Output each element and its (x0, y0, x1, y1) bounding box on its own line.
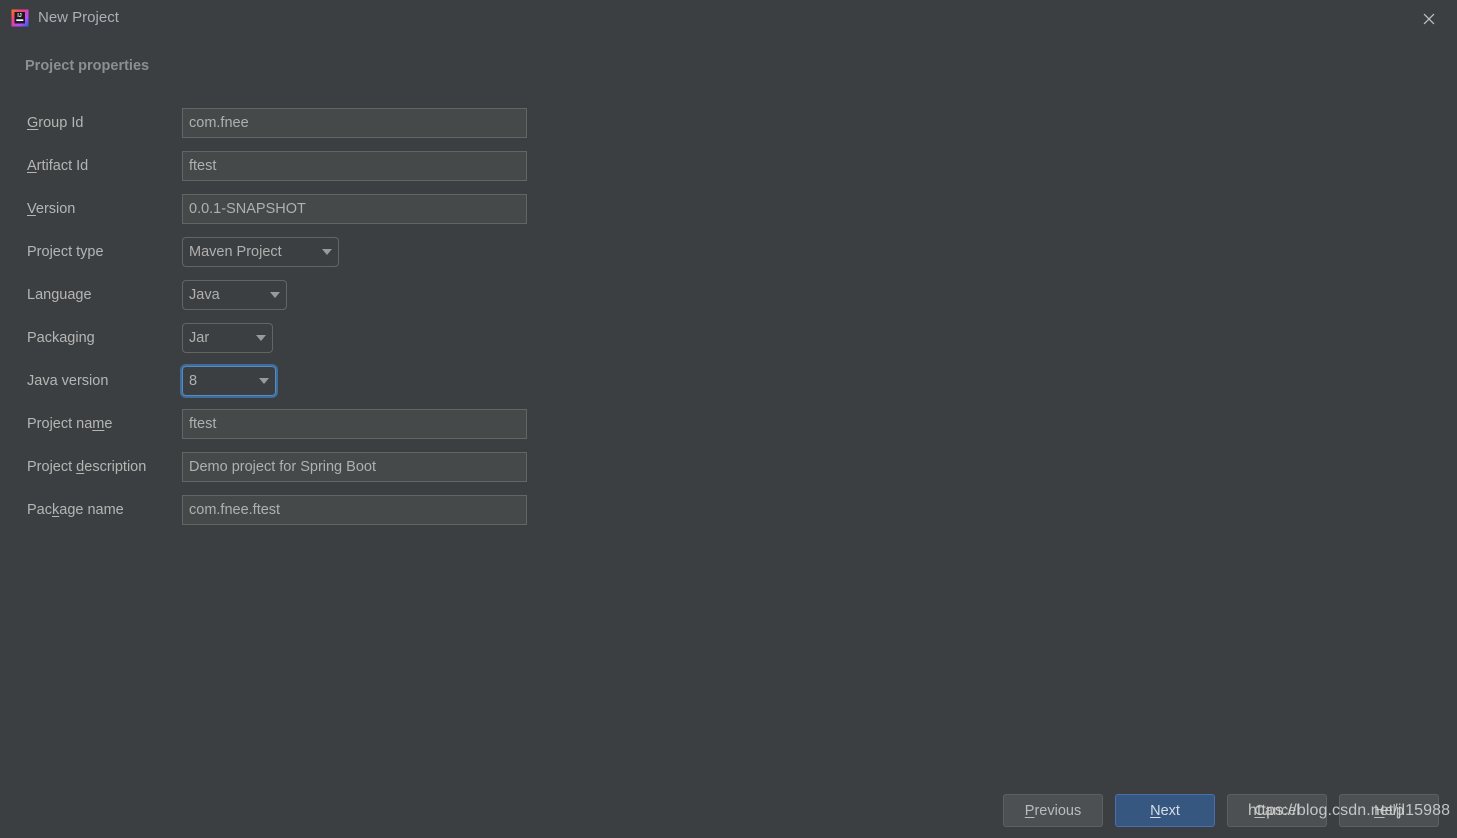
previous-button[interactable]: Previous (1003, 794, 1103, 827)
field-wrap-language: Java (182, 280, 287, 310)
chevron-down-icon (264, 281, 286, 309)
field-wrap-packaging: Jar (182, 323, 273, 353)
cancel-button-label: Cancel (1254, 802, 1300, 819)
field-wrap-project-type: Maven Project (182, 237, 339, 267)
packaging-dropdown-value: Jar (189, 330, 210, 346)
help-button[interactable]: Help (1339, 794, 1439, 827)
field-wrap-java-version: 8 (182, 366, 276, 396)
window-title: New Project (38, 9, 119, 26)
label-project-description: Project description (27, 459, 147, 475)
cancel-button[interactable]: Cancel (1227, 794, 1327, 827)
next-button-label: Next (1150, 802, 1180, 819)
form-row-language: Language Java (0, 280, 560, 323)
intellij-idea-logo-icon: IJ (10, 8, 30, 28)
form-row-group-id: Group Id (0, 108, 560, 151)
version-input[interactable] (182, 194, 527, 224)
form-row-java-version: Java version 8 (0, 366, 560, 409)
previous-button-label: Previous (1024, 802, 1082, 819)
form-row-artifact-id: Artifact Id (0, 151, 560, 194)
label-project-type: Project type (27, 244, 104, 260)
svg-text:IJ: IJ (17, 13, 21, 19)
form-row-version: Version (0, 194, 560, 237)
java-version-dropdown-value: 8 (189, 373, 198, 389)
project-name-input[interactable] (182, 409, 527, 439)
chevron-down-icon (250, 324, 272, 352)
field-wrap-artifact-id (182, 151, 527, 181)
form-row-project-type: Project type Maven Project (0, 237, 560, 280)
form-row-project-description: Project description (0, 452, 560, 495)
close-icon[interactable] (1417, 7, 1441, 31)
language-dropdown-value: Java (189, 287, 220, 303)
next-button[interactable]: Next (1115, 794, 1215, 827)
form-row-project-name: Project name (0, 409, 560, 452)
field-wrap-project-description (182, 452, 527, 482)
chevron-down-icon (253, 367, 275, 395)
label-artifact-id: Artifact Id (27, 158, 89, 174)
label-java-version: Java version (27, 373, 109, 389)
title-bar: IJ New Project (0, 0, 1457, 37)
label-project-name: Project name (27, 416, 113, 432)
page-title: Project properties (25, 58, 150, 74)
java-version-dropdown[interactable]: 8 (182, 366, 276, 396)
form-row-packaging: Packaging Jar (0, 323, 560, 366)
field-wrap-package-name (182, 495, 527, 525)
packaging-dropdown[interactable]: Jar (182, 323, 273, 353)
label-group-id: Group Id (27, 115, 84, 131)
field-wrap-version (182, 194, 527, 224)
project-description-input[interactable] (182, 452, 527, 482)
artifact-id-input[interactable] (182, 151, 527, 181)
help-button-label: Help (1374, 802, 1404, 819)
package-name-input[interactable] (182, 495, 527, 525)
label-version: Version (27, 201, 76, 217)
label-packaging: Packaging (27, 330, 95, 346)
chevron-down-icon (316, 238, 338, 266)
language-dropdown[interactable]: Java (182, 280, 287, 310)
field-wrap-group-id (182, 108, 527, 138)
group-id-input[interactable] (182, 108, 527, 138)
label-language: Language (27, 287, 92, 303)
project-type-dropdown-value: Maven Project (189, 244, 282, 260)
project-type-dropdown[interactable]: Maven Project (182, 237, 339, 267)
form-row-package-name: Package name (0, 495, 560, 538)
dialog-button-bar: Previous Next Cancel Help (0, 794, 1457, 838)
label-package-name: Package name (27, 502, 124, 518)
field-wrap-project-name (182, 409, 527, 439)
project-properties-form: Group Id Artifact Id Version Project type Ma… (0, 108, 560, 538)
